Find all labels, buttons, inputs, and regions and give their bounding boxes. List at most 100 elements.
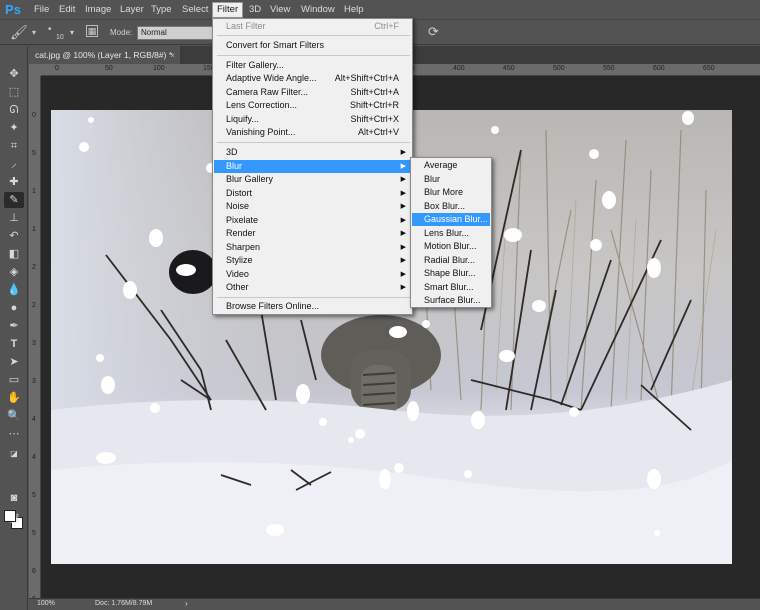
- tools-panel: ✥ ⬚ ᘏ ✦ ⌗ ⸝ ✚ ✎ ⊥ ↶ ◧ ◈ 💧 ● ✒ T ➤ ▭ ✋ 🔍 …: [0, 46, 28, 610]
- menu-item-average[interactable]: Average: [412, 159, 490, 172]
- pressure-icon[interactable]: ⟳: [428, 24, 439, 40]
- ruler-tick-label: 650: [703, 65, 715, 72]
- menu-layer[interactable]: Layer: [116, 3, 148, 17]
- history-brush-icon[interactable]: ↶: [4, 228, 24, 244]
- menu-image[interactable]: Image: [81, 3, 115, 17]
- ruler-tick-label: 500: [553, 65, 565, 72]
- menu-item-pixelate[interactable]: Pixelate ▶: [214, 214, 411, 227]
- dodge-tool-icon[interactable]: ●: [4, 300, 24, 316]
- shortcut-label: Alt+Shift+Ctrl+A: [334, 73, 399, 83]
- menu-separator: [217, 297, 410, 298]
- menu-item-filter-gallery[interactable]: Filter Gallery...: [214, 59, 411, 72]
- submenu-arrow-icon: ▶: [400, 284, 406, 291]
- paint-bucket-icon[interactable]: ◈: [4, 264, 24, 280]
- magic-wand-icon[interactable]: ✦: [4, 120, 24, 136]
- healing-brush-icon[interactable]: ✚: [4, 174, 24, 190]
- brush-tool-icon[interactable]: ✎: [4, 192, 24, 208]
- default-colors-icon[interactable]: ◪: [4, 446, 24, 462]
- menu-item-blur[interactable]: Blur ▶: [214, 160, 411, 173]
- menu-select[interactable]: Select: [178, 3, 212, 17]
- menu-item-convert-smart-filters[interactable]: Convert for Smart Filters: [214, 39, 411, 52]
- menu-item-shape-blur[interactable]: Shape Blur...: [412, 267, 490, 280]
- menu-item-radial-blur[interactable]: Radial Blur...: [412, 254, 490, 267]
- lasso-tool-icon[interactable]: ᘏ: [4, 102, 24, 118]
- menu-edit[interactable]: Edit: [55, 3, 79, 17]
- menu-item-adaptive-wide-angle[interactable]: Adaptive Wide Angle... Alt+Shift+Ctrl+A: [214, 72, 411, 85]
- menu-view[interactable]: View: [266, 3, 294, 17]
- menu-item-browse-filters-online[interactable]: Browse Filters Online...: [214, 300, 411, 313]
- quick-mask-icon[interactable]: ◙: [4, 490, 24, 506]
- close-icon[interactable]: ×: [170, 46, 175, 64]
- menu-type[interactable]: Type: [147, 3, 176, 17]
- submenu-arrow-icon: ▶: [400, 257, 406, 264]
- menu-item-sharpen[interactable]: Sharpen ▶: [214, 241, 411, 254]
- ruler-origin[interactable]: [29, 64, 41, 76]
- rectangle-tool-icon[interactable]: ▭: [4, 372, 24, 388]
- pen-tool-icon[interactable]: ✒: [4, 318, 24, 334]
- menu-item-video[interactable]: Video ▶: [214, 268, 411, 281]
- menu-3d[interactable]: 3D: [245, 3, 265, 17]
- chevron-right-icon[interactable]: ›: [185, 599, 188, 608]
- menu-item-camera-raw[interactable]: Camera Raw Filter... Shift+Ctrl+A: [214, 86, 411, 99]
- menu-item-label: Video: [226, 269, 249, 279]
- menu-item-blur[interactable]: Blur: [412, 173, 490, 186]
- eraser-tool-icon[interactable]: ◧: [4, 246, 24, 262]
- menu-item-3d[interactable]: 3D ▶: [214, 146, 411, 159]
- menu-item-render[interactable]: Render ▶: [214, 227, 411, 240]
- ruler-tick-label: 5: [32, 530, 36, 537]
- submenu-arrow-icon: ▶: [400, 271, 406, 278]
- vertical-ruler[interactable]: 0 5 1 1 2 2 3 3 4 4 5 5 6 6: [29, 76, 41, 603]
- chevron-down-icon[interactable]: ▾: [32, 28, 36, 37]
- blur-tool-icon[interactable]: 💧: [4, 282, 24, 298]
- menu-item-box-blur[interactable]: Box Blur...: [412, 200, 490, 213]
- menu-file[interactable]: File: [30, 3, 53, 17]
- menu-item-label: Distort: [226, 188, 253, 198]
- type-tool-icon[interactable]: T: [4, 336, 24, 352]
- menu-item-liquify[interactable]: Liquify... Shift+Ctrl+X: [214, 113, 411, 126]
- crop-tool-icon[interactable]: ⌗: [4, 138, 24, 154]
- menu-item-blur-gallery[interactable]: Blur Gallery ▶: [214, 173, 411, 186]
- submenu-arrow-icon: ▶: [400, 203, 406, 210]
- menu-item-other[interactable]: Other ▶: [214, 281, 411, 294]
- menu-help[interactable]: Help: [340, 3, 368, 17]
- menu-item-lens-blur[interactable]: Lens Blur...: [412, 227, 490, 240]
- menu-item-label: Render: [226, 228, 256, 238]
- blur-submenu: Average Blur Blur More Box Blur... Gauss…: [410, 157, 492, 308]
- menu-item-last-filter[interactable]: Last Filter Ctrl+F: [214, 20, 411, 33]
- hand-tool-icon[interactable]: ✋: [4, 390, 24, 406]
- menu-item-noise[interactable]: Noise ▶: [214, 200, 411, 213]
- eyedropper-tool-icon[interactable]: ⸝: [4, 156, 24, 172]
- menu-item-label: Blur Gallery: [226, 174, 274, 184]
- menu-item-motion-blur[interactable]: Motion Blur...: [412, 240, 490, 253]
- clone-stamp-icon[interactable]: ⊥: [4, 210, 24, 226]
- foreground-color-swatch[interactable]: [4, 510, 16, 522]
- menu-item-lens-correction[interactable]: Lens Correction... Shift+Ctrl+R: [214, 99, 411, 112]
- menu-item-label: Liquify...: [226, 114, 259, 124]
- move-tool-icon[interactable]: ✥: [4, 66, 24, 82]
- brush-preset-chevron-icon[interactable]: ▾: [70, 28, 74, 37]
- menu-item-stylize[interactable]: Stylize ▶: [214, 254, 411, 267]
- ruler-tick-label: 6: [32, 568, 36, 575]
- mode-select[interactable]: Normal: [137, 26, 215, 40]
- more-tools-icon[interactable]: ⋯: [4, 426, 24, 442]
- menu-item-label: Last Filter: [226, 21, 266, 31]
- brush-tool-icon[interactable]: 🖌: [10, 24, 28, 41]
- marquee-tool-icon[interactable]: ⬚: [4, 84, 24, 100]
- menu-window[interactable]: Window: [297, 3, 339, 17]
- menu-item-blur-more[interactable]: Blur More: [412, 186, 490, 199]
- path-selection-icon[interactable]: ➤: [4, 354, 24, 370]
- menu-item-label: 3D: [226, 147, 238, 157]
- zoom-tool-icon[interactable]: 🔍: [4, 408, 24, 424]
- brush-preset-icon[interactable]: •: [48, 24, 52, 35]
- brush-panel-icon[interactable]: ▦: [86, 25, 98, 37]
- zoom-level[interactable]: 100%: [37, 600, 55, 607]
- menu-item-surface-blur[interactable]: Surface Blur...: [412, 294, 490, 307]
- menu-item-vanishing-point[interactable]: Vanishing Point... Alt+Ctrl+V: [214, 126, 411, 139]
- menu-filter[interactable]: Filter: [212, 2, 244, 18]
- submenu-arrow-icon: ▶: [400, 244, 406, 251]
- document-tab[interactable]: cat.jpg @ 100% (Layer 1, RGB/8#) * ×: [29, 46, 181, 64]
- menu-item-smart-blur[interactable]: Smart Blur...: [412, 281, 490, 294]
- menu-item-distort[interactable]: Distort ▶: [214, 187, 411, 200]
- menu-item-gaussian-blur[interactable]: Gaussian Blur...: [412, 213, 490, 226]
- document-size-info[interactable]: Doc: 1.76M/8.79M: [95, 600, 152, 607]
